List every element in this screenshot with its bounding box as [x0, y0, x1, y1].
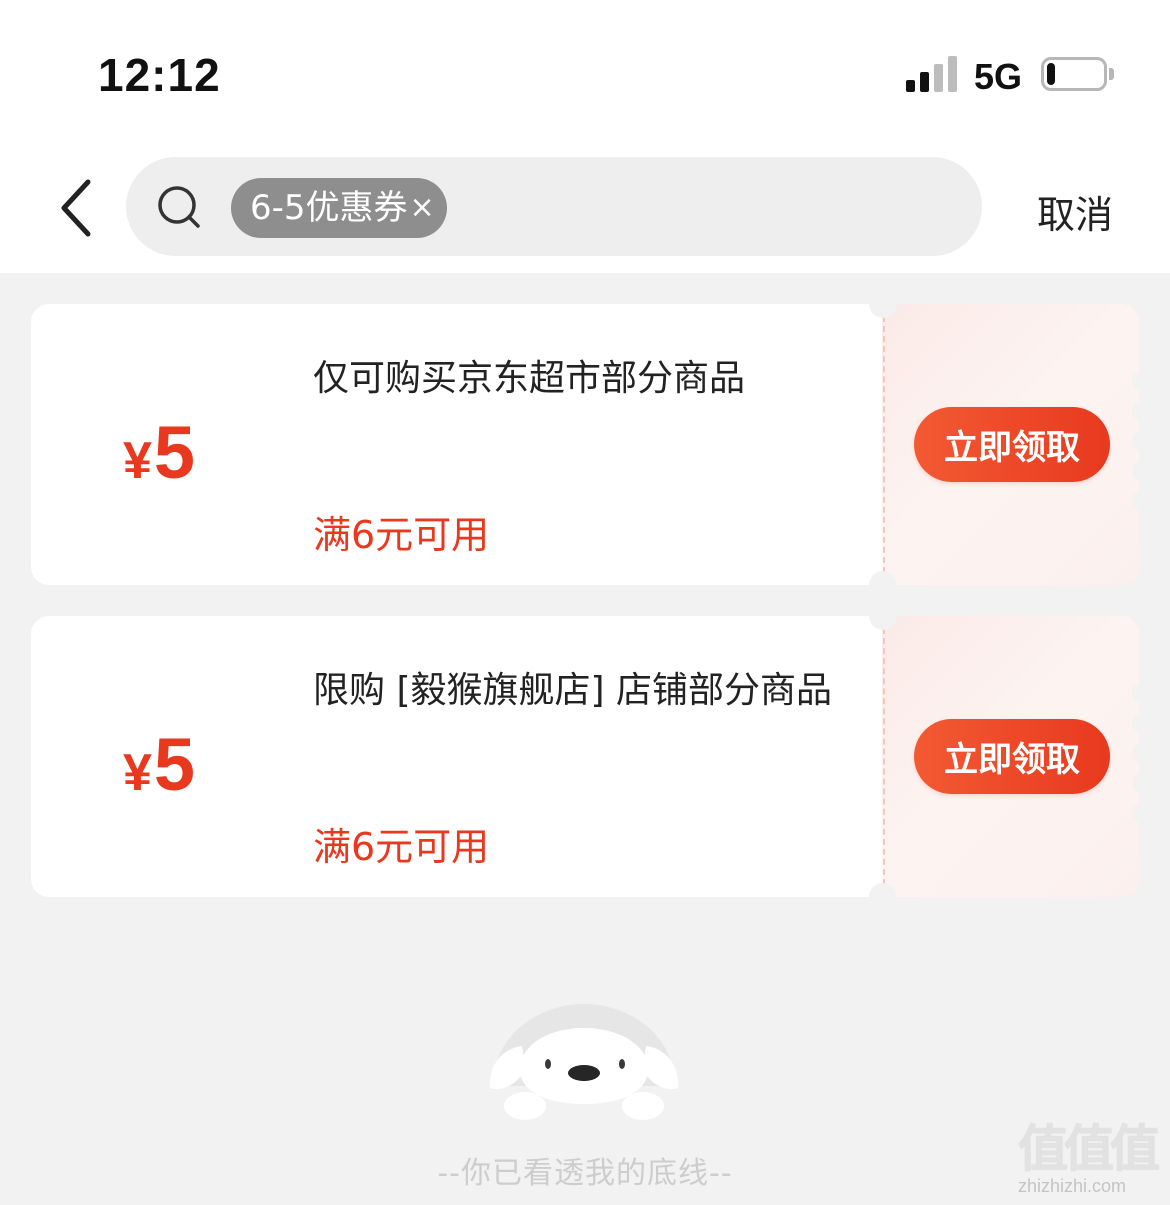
watermark-logo: 值值值	[1018, 1120, 1160, 1178]
coupon-notch	[869, 571, 897, 599]
search-keyword-chip[interactable]: 6-5优惠券 ×	[231, 178, 447, 238]
search-icon	[158, 186, 200, 228]
currency-symbol: ¥	[123, 744, 152, 802]
coupon-edge	[1132, 432, 1146, 450]
coupon-notch	[869, 290, 897, 318]
claim-button[interactable]: 立即领取	[914, 407, 1110, 482]
currency-symbol: ¥	[123, 432, 152, 490]
coupon-edge	[1132, 402, 1146, 420]
close-icon[interactable]: ×	[410, 193, 435, 223]
coupon-notch	[869, 883, 897, 911]
back-button[interactable]	[52, 178, 102, 238]
coupon-edge	[1132, 774, 1146, 792]
watermark: 值值值 zhizhizhi.com	[1018, 1124, 1160, 1197]
battery-level	[1047, 63, 1055, 85]
coupon-amount: ¥ 5	[123, 410, 195, 495]
battery-icon	[1041, 57, 1107, 91]
watermark-url: zhizhizhi.com	[1018, 1176, 1127, 1196]
coupon-edge	[1132, 462, 1146, 480]
back-chevron-icon	[61, 179, 91, 237]
perforation-line	[883, 628, 885, 885]
search-header: 6-5优惠券 × 取消	[0, 140, 1170, 273]
end-of-list-text: --你已看透我的底线--	[437, 1156, 733, 1191]
coupon-edge	[1132, 372, 1146, 390]
mascot-dog-icon	[489, 1004, 679, 1120]
search-bar[interactable]: 6-5优惠券 ×	[126, 157, 982, 256]
coupon-card: ¥ 5 仅可购买京东超市部分商品 满6元可用 立即领取	[31, 290, 1146, 599]
coupon-edge	[1132, 684, 1146, 702]
amount-value: 5	[153, 411, 196, 494]
coupon-edge	[1132, 804, 1146, 822]
amount-value: 5	[153, 723, 196, 806]
coupon-notch	[869, 602, 897, 630]
claim-button[interactable]: 立即领取	[914, 719, 1110, 794]
coupon-condition: 满6元可用	[313, 825, 490, 869]
signal-icon	[906, 56, 960, 92]
coupon-edge	[1132, 744, 1146, 762]
status-time: 12:12	[98, 49, 221, 101]
coupon-card: ¥ 5 限购 [毅猴旗舰店] 店铺部分商品 满6元可用 立即领取	[31, 602, 1146, 911]
coupon-amount: ¥ 5	[123, 722, 195, 807]
coupon-condition: 满6元可用	[313, 513, 490, 557]
search-keyword-label: 6-5优惠券	[250, 188, 408, 228]
coupon-description: 仅可购买京东超市部分商品	[313, 358, 746, 399]
coupon-edge	[1132, 492, 1146, 510]
network-type: 5G	[974, 56, 1023, 97]
coupon-description: 限购 [毅猴旗舰店] 店铺部分商品	[313, 670, 832, 711]
coupon-edge	[1132, 714, 1146, 732]
status-bar: 12:12 5G	[0, 0, 1170, 140]
cancel-button[interactable]: 取消	[1037, 184, 1113, 239]
battery-tip	[1109, 68, 1114, 80]
perforation-line	[883, 316, 885, 573]
